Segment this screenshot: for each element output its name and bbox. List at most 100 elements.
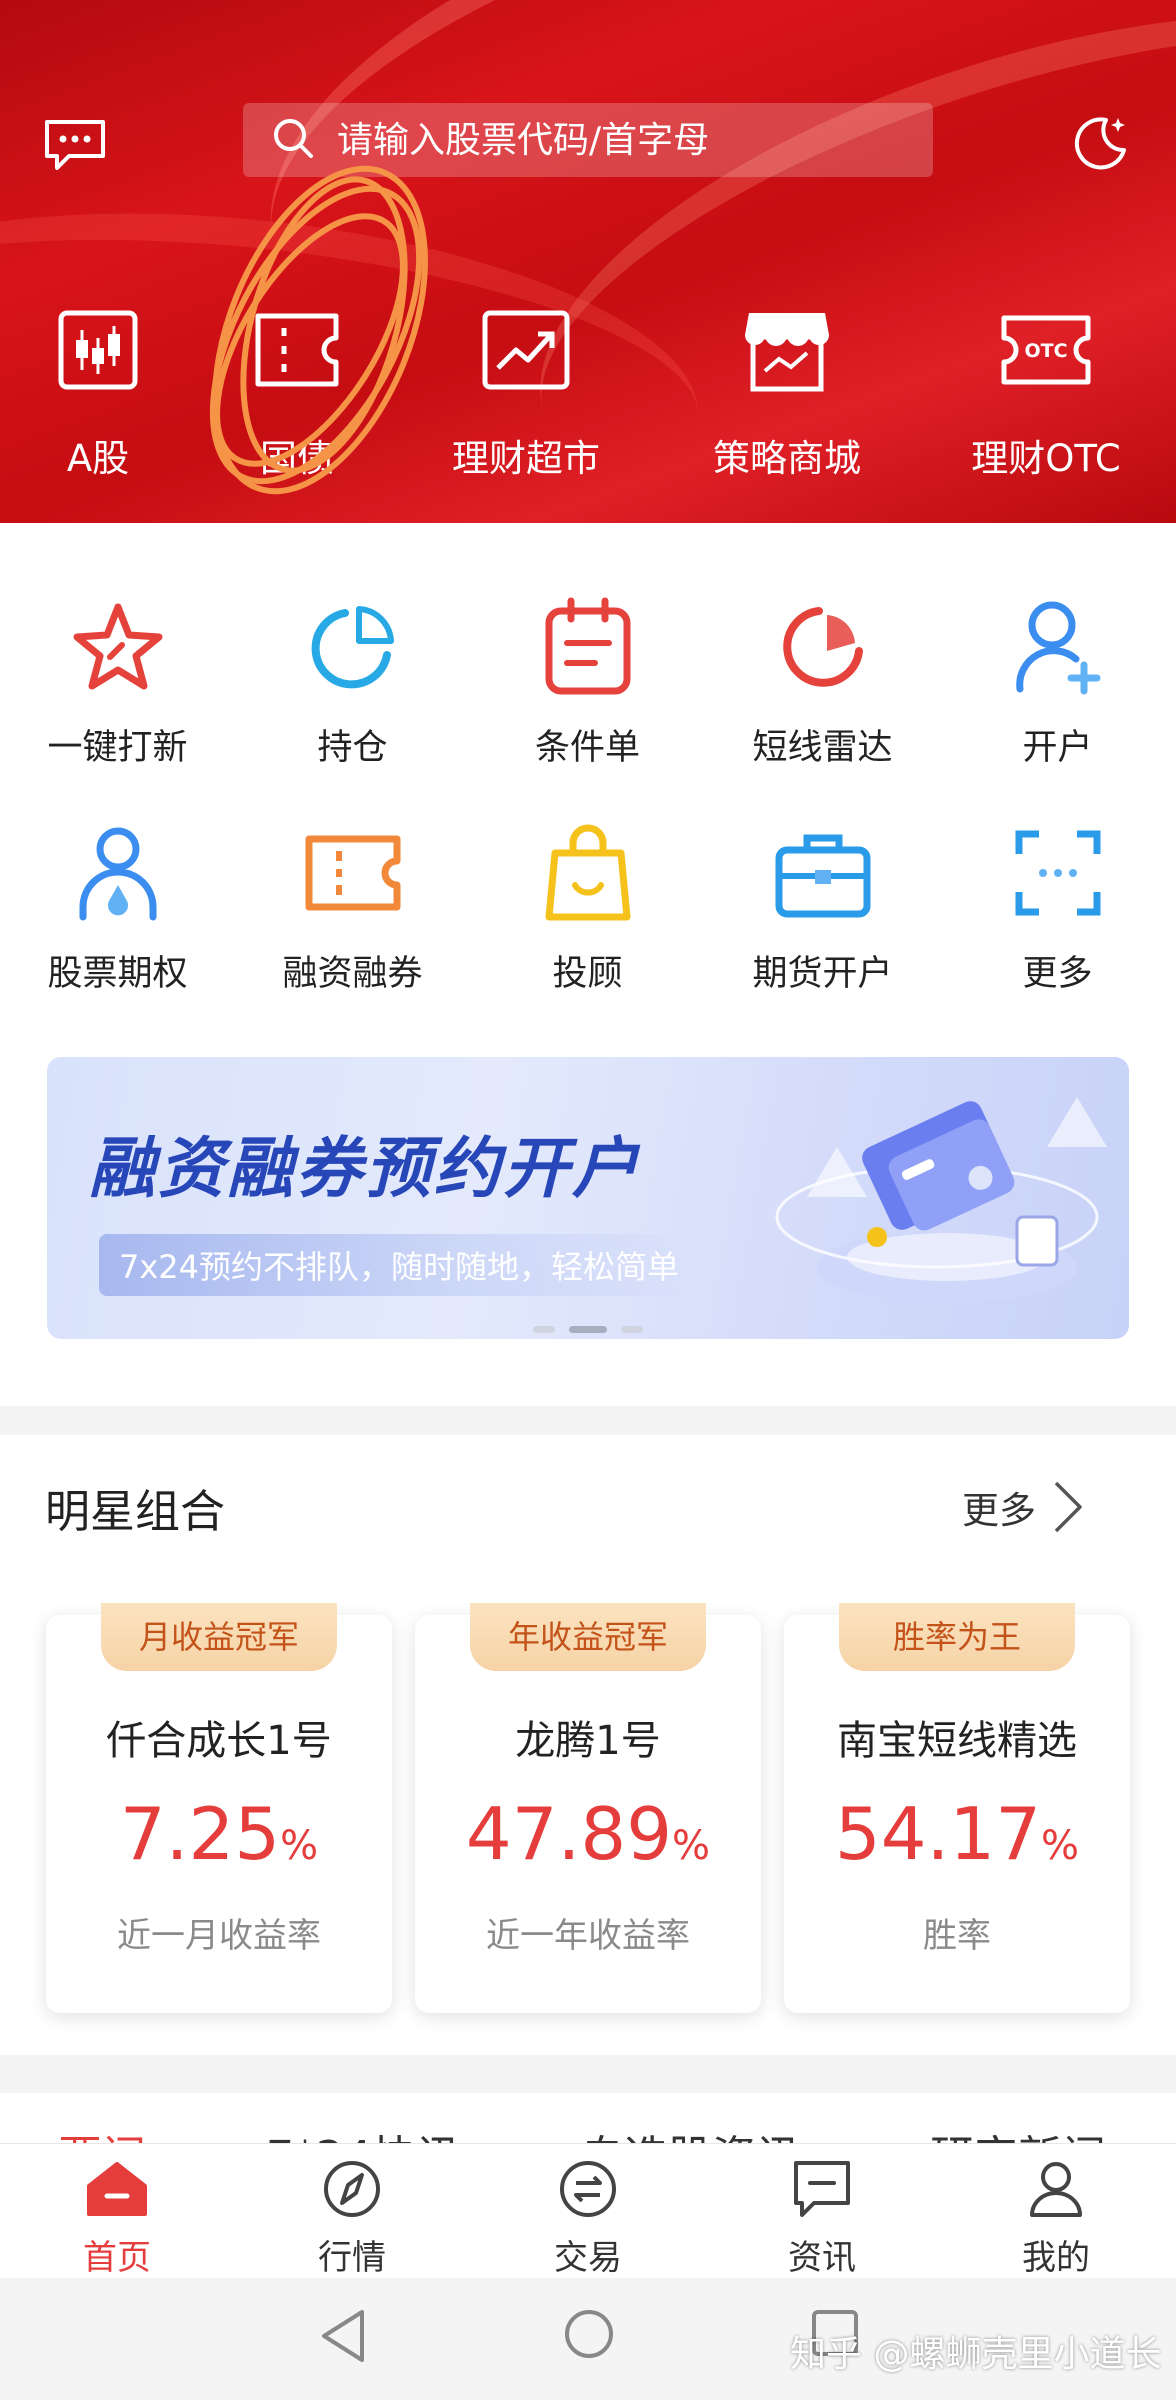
- portfolio-name: 仟合成长1号: [106, 1718, 332, 1764]
- portfolio-card[interactable]: 胜率为王 南宝短线精选 54.17% 胜率: [784, 1603, 1130, 2013]
- scan-frame-icon: [940, 813, 1175, 933]
- shopping-bag-icon: [470, 813, 705, 933]
- banner-title: 融资融券预约开户: [89, 1130, 641, 1207]
- nav-trade[interactable]: 交易: [508, 2154, 668, 2279]
- portfolio-return: 47.89%: [415, 1792, 761, 1876]
- night-mode-icon[interactable]: [1068, 110, 1134, 176]
- action-label: 更多: [1022, 954, 1093, 994]
- entry-label: 国债: [260, 437, 334, 480]
- message-icon: [742, 2154, 902, 2224]
- ticket-icon: [197, 300, 397, 400]
- candlestick-icon: [0, 300, 198, 400]
- user-add-icon: [940, 587, 1175, 707]
- action-more[interactable]: 更多: [940, 813, 1175, 996]
- entry-label: 理财超市: [452, 437, 600, 480]
- action-conditional-order[interactable]: 条件单: [470, 587, 705, 770]
- calendar-list-icon: [470, 587, 705, 707]
- nav-mine[interactable]: 我的: [976, 2154, 1136, 2279]
- action-open-account[interactable]: 开户: [940, 587, 1175, 770]
- section-title: 明星组合: [45, 1485, 226, 1538]
- return-value: 54.17: [834, 1792, 1042, 1876]
- header: A股 国债 理财超市 策略商城 OTC 理财OTC: [0, 0, 1176, 523]
- home-button-icon[interactable]: [563, 2308, 615, 2364]
- return-unit: %: [672, 1823, 711, 1869]
- entry-strategy-mall[interactable]: 策略商城: [687, 300, 887, 482]
- portfolio-return: 54.17%: [784, 1792, 1130, 1876]
- user-icon: [976, 2154, 1136, 2224]
- action-label: 短线雷达: [752, 728, 893, 768]
- nav-label: 首页: [83, 2238, 151, 2278]
- action-futures-account[interactable]: 期货开户: [705, 813, 940, 996]
- entry-label: 理财OTC: [971, 437, 1121, 480]
- card-badge: 月收益冠军: [101, 1603, 337, 1671]
- nav-label: 我的: [1022, 2238, 1090, 2278]
- return-caption: 近一年收益率: [486, 1916, 690, 1956]
- action-short-radar[interactable]: 短线雷达: [705, 587, 940, 770]
- search-box[interactable]: [243, 103, 933, 177]
- entry-a-shares[interactable]: A股: [0, 300, 198, 482]
- nav-label: 行情: [318, 2238, 386, 2278]
- tab-live-news[interactable]: 7*24快讯: [266, 2121, 460, 2143]
- action-holdings[interactable]: 持仓: [235, 587, 470, 770]
- entry-treasury-bonds[interactable]: 国债: [197, 300, 397, 482]
- nav-label: 资讯: [788, 2238, 856, 2278]
- pager-dot: [621, 1326, 643, 1333]
- pager-dot-active: [569, 1326, 607, 1333]
- action-label: 股票期权: [47, 954, 188, 994]
- action-ipo-subscribe[interactable]: 一键打新: [0, 587, 235, 770]
- otc-ticket-icon: OTC: [946, 300, 1146, 400]
- pager-dot: [533, 1326, 555, 1333]
- nav-news[interactable]: 资讯: [742, 2154, 902, 2279]
- action-label: 融资融券: [282, 954, 423, 994]
- action-label: 条件单: [534, 728, 640, 768]
- search-input[interactable]: [337, 119, 897, 161]
- tab-research-news[interactable]: 研究新闻: [930, 2121, 1106, 2143]
- coupon-icon: [235, 813, 470, 933]
- portfolio-name: 南宝短线精选: [837, 1718, 1077, 1764]
- tab-headlines[interactable]: 要闻: [58, 2121, 146, 2143]
- back-icon[interactable]: [318, 2308, 368, 2368]
- radar-pie-icon: [705, 587, 940, 707]
- action-label: 持仓: [317, 728, 388, 768]
- banner-subtitle: 7x24预约不排队，随时随地，轻松简单: [99, 1234, 700, 1296]
- credit-card-illustration: [775, 1097, 1107, 1303]
- return-caption: 近一月收益率: [117, 1916, 321, 1956]
- action-label: 投顾: [552, 954, 623, 994]
- message-icon[interactable]: [40, 115, 110, 175]
- portfolio-return: 7.25%: [46, 1792, 392, 1876]
- entry-wealth-otc[interactable]: OTC 理财OTC: [946, 300, 1146, 482]
- nav-home[interactable]: 首页: [37, 2154, 197, 2279]
- nav-market[interactable]: 行情: [272, 2154, 432, 2279]
- return-value: 47.89: [465, 1792, 673, 1876]
- trend-chart-icon: [426, 300, 626, 400]
- compass-icon: [272, 2154, 432, 2224]
- star-icon: [0, 587, 235, 707]
- entry-wealth-market[interactable]: 理财超市: [426, 300, 626, 482]
- action-stock-options[interactable]: 股票期权: [0, 813, 235, 996]
- store-icon: [687, 300, 887, 400]
- news-tabs: 要闻 7*24快讯 自选股资讯 研究新闻: [0, 2093, 1176, 2143]
- return-value: 7.25: [119, 1792, 281, 1876]
- action-label: 一键打新: [47, 728, 188, 768]
- tab-watchlist-news[interactable]: 自选股资讯: [580, 2121, 800, 2143]
- banner-pager[interactable]: [0, 1326, 1176, 1333]
- watermark-text: 知乎 @螺蛳壳里小道长: [790, 2334, 1162, 2375]
- nav-label: 交易: [554, 2238, 622, 2278]
- svg-text:OTC: OTC: [1024, 340, 1067, 362]
- portfolio-card[interactable]: 年收益冠军 龙腾1号 47.89% 近一年收益率: [415, 1603, 761, 2013]
- chevron-right-icon: [1054, 1481, 1082, 1533]
- action-investment-advisor[interactable]: 投顾: [470, 813, 705, 996]
- return-caption: 胜率: [923, 1916, 991, 1956]
- home-icon: [37, 2154, 197, 2224]
- action-label: 期货开户: [752, 954, 893, 994]
- more-label: 更多: [962, 1489, 1036, 1532]
- more-link[interactable]: 更多: [962, 1479, 1084, 1535]
- return-unit: %: [280, 1823, 319, 1869]
- entry-label: A股: [66, 437, 130, 480]
- portfolio-name: 龙腾1号: [515, 1718, 661, 1764]
- search-icon: [271, 116, 315, 164]
- portfolio-card[interactable]: 月收益冠军 仟合成长1号 7.25% 近一月收益率: [46, 1603, 392, 2013]
- action-margin-trading[interactable]: 融资融券: [235, 813, 470, 996]
- card-badge: 年收益冠军: [470, 1603, 706, 1671]
- promo-banner[interactable]: 融资融券预约开户 7x24预约不排队，随时随地，轻松简单: [47, 1057, 1129, 1339]
